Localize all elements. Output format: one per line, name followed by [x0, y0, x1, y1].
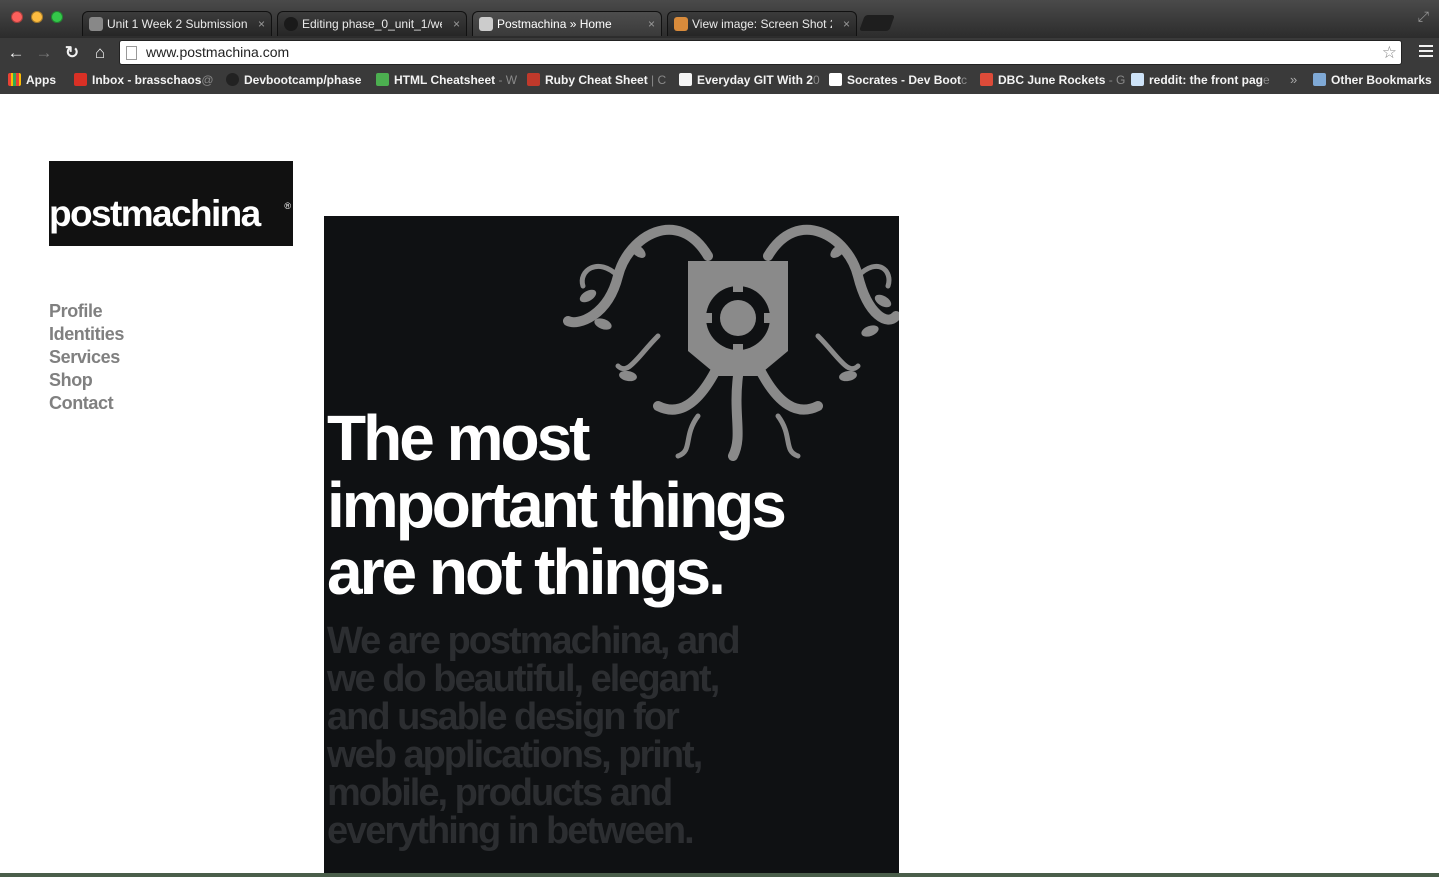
apps-grid-icon	[8, 73, 21, 86]
bookmark-label: Apps	[26, 73, 56, 87]
window-bottom-edge	[0, 873, 1439, 877]
more-bookmarks-chevron-icon[interactable]: »	[1290, 68, 1297, 92]
tab-label: Editing phase_0_unit_1/we	[302, 17, 442, 31]
bookmark-label-fade: - W	[495, 73, 518, 87]
nav-contact[interactable]: Contact	[49, 392, 124, 415]
tab-postmachina[interactable]: Postmachina » Home ×	[472, 11, 662, 36]
tab-unit1-week2[interactable]: Unit 1 Week 2 Submission ×	[82, 11, 272, 36]
bookmark-label: Socrates - Dev Boot	[847, 73, 962, 87]
tab-close-icon[interactable]: ×	[648, 12, 655, 36]
bookmark-label: HTML Cheatsheet	[394, 73, 496, 87]
address-bar[interactable]: www.postmachina.com ☆	[119, 40, 1402, 65]
site-nav: Profile Identities Services Shop Contact	[49, 300, 124, 415]
forward-arrow-icon[interactable]: →	[33, 42, 55, 64]
bookmark-html-cheatsheet[interactable]: HTML Cheatsheet - W	[376, 68, 534, 92]
bookmark-label: reddit: the front pag	[1149, 73, 1263, 87]
hero-subtext: We are postmachina, and we do beautiful,…	[327, 620, 741, 852]
headline-line: The most	[327, 402, 590, 474]
nav-shop[interactable]: Shop	[49, 369, 124, 392]
nav-services[interactable]: Services	[49, 346, 124, 369]
bookmark-ruby-cheat-sheet[interactable]: Ruby Cheat Sheet | C	[527, 68, 685, 92]
postmachina-favicon-icon	[479, 17, 493, 31]
browser-toolbar: ← → ↻ ⌂ www.postmachina.com ☆	[0, 38, 1439, 68]
bookmarks-bar: Apps Inbox - brasschaos@ Devbootcamp/pha…	[0, 68, 1439, 94]
zoom-window-button[interactable]	[51, 11, 63, 23]
close-window-button[interactable]	[11, 11, 23, 23]
bookmark-label-fade: | C	[647, 73, 667, 87]
document-icon	[679, 73, 692, 86]
nav-profile[interactable]: Profile	[49, 300, 124, 323]
bookmark-dbc-june-rockets[interactable]: DBC June Rockets - G	[980, 68, 1138, 92]
tab-favicon-icon	[89, 17, 103, 31]
headline-line: are not things.	[327, 536, 726, 608]
bookmark-label-fade: 0	[812, 73, 820, 87]
menu-icon[interactable]	[1419, 45, 1433, 60]
tab-close-icon[interactable]: ×	[258, 12, 265, 36]
browser-chrome: Unit 1 Week 2 Submission × Editing phase…	[0, 0, 1439, 94]
title-bar: Unit 1 Week 2 Submission × Editing phase…	[0, 0, 1439, 38]
other-bookmarks[interactable]: Other Bookmarks	[1313, 68, 1439, 92]
bookmark-label-fade: c	[961, 73, 968, 87]
nav-identities[interactable]: Identities	[49, 323, 124, 346]
github-icon	[226, 73, 239, 86]
reddit-icon	[1131, 73, 1144, 86]
bookmark-inbox[interactable]: Inbox - brasschaos@	[74, 68, 232, 92]
back-arrow-icon[interactable]: ←	[5, 42, 27, 64]
registered-mark: ®	[284, 201, 291, 211]
headline-line: important things	[327, 469, 787, 541]
bookmark-label: Everyday GIT With 2	[697, 73, 813, 87]
site-logo[interactable]: postmachina ®	[49, 161, 293, 246]
bookmark-reddit[interactable]: reddit: the front page	[1131, 68, 1289, 92]
hero-headline: The most important things are not things…	[327, 402, 787, 608]
tab-label: View image: Screen Shot 2	[692, 17, 832, 31]
page-icon	[126, 46, 137, 60]
tab-close-icon[interactable]: ×	[453, 12, 460, 36]
hero-panel: The most important things are not things…	[324, 216, 899, 873]
bookmark-everyday-git[interactable]: Everyday GIT With 20	[679, 68, 837, 92]
bookmark-label-fade: e	[1263, 73, 1270, 87]
image-favicon-icon	[674, 17, 688, 31]
gmail-icon	[74, 73, 87, 86]
bookmark-devbootcamp[interactable]: Devbootcamp/phase	[226, 68, 384, 92]
tab-close-icon[interactable]: ×	[843, 12, 850, 36]
url-text[interactable]: www.postmachina.com	[146, 41, 289, 64]
minimize-window-button[interactable]	[31, 11, 43, 23]
ruby-icon	[527, 73, 540, 86]
tab-label: Postmachina » Home	[497, 17, 612, 31]
logo-text: postmachina	[49, 193, 261, 234]
tab-label: Unit 1 Week 2 Submission	[107, 17, 247, 31]
bookmark-label: DBC June Rockets	[998, 73, 1106, 87]
new-tab-button[interactable]	[859, 15, 895, 31]
bookmark-label: Other Bookmarks	[1331, 73, 1432, 87]
google-plus-icon	[980, 73, 993, 86]
bookmark-label: Inbox - brasschaos	[92, 73, 202, 87]
bookmark-star-icon[interactable]: ☆	[1382, 41, 1397, 64]
reload-icon[interactable]: ↻	[61, 42, 83, 64]
folder-icon	[1313, 73, 1326, 86]
bookmark-label: Devbootcamp/phase	[244, 73, 362, 87]
bookmark-socrates[interactable]: Socrates - Dev Bootc	[829, 68, 987, 92]
bookmark-label-fade: - G	[1105, 73, 1126, 87]
socrates-icon	[829, 73, 842, 86]
tab-editing-phase0[interactable]: Editing phase_0_unit_1/we ×	[277, 11, 467, 36]
bookmark-label: Ruby Cheat Sheet	[545, 73, 648, 87]
home-icon[interactable]: ⌂	[89, 42, 111, 64]
fullscreen-icon[interactable]: ⤢	[1418, 8, 1429, 25]
bookmark-label-fade: @	[201, 73, 214, 87]
tab-view-image[interactable]: View image: Screen Shot 2 ×	[667, 11, 857, 36]
html-cheatsheet-icon	[376, 73, 389, 86]
github-icon	[284, 17, 298, 31]
